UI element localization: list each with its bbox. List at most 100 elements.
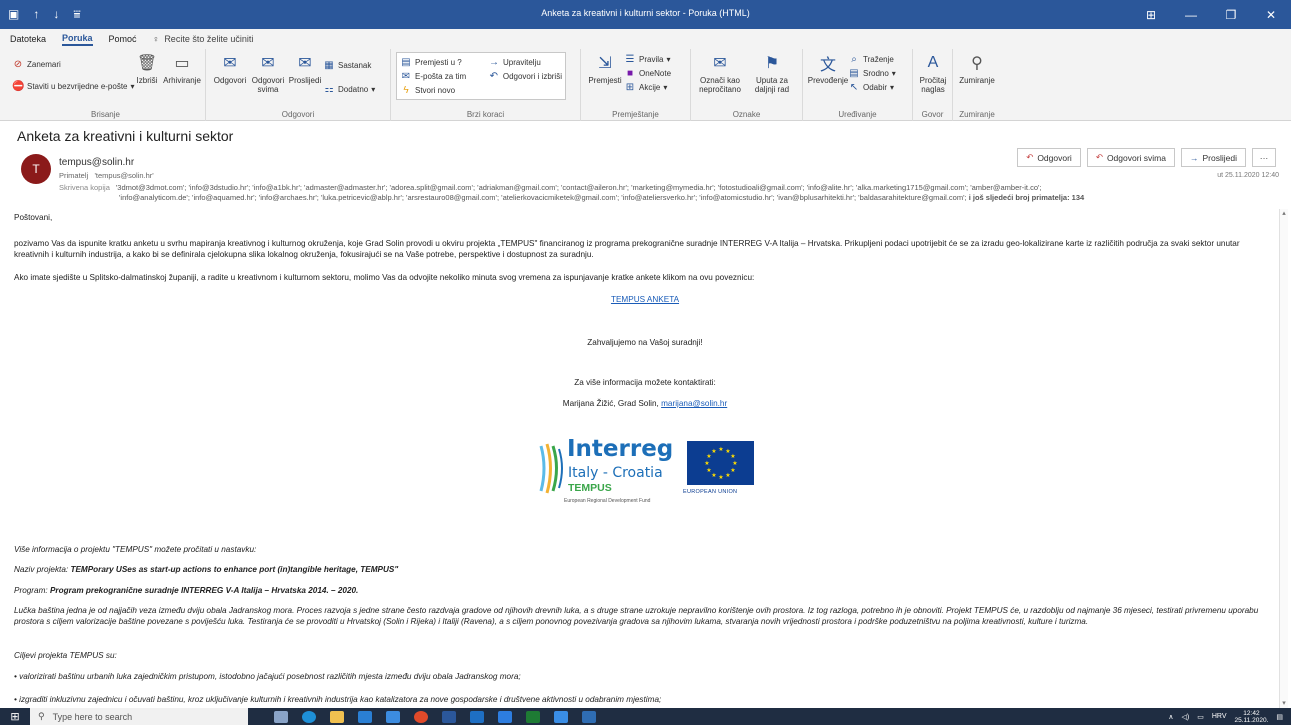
tab-poruka[interactable]: Poruka <box>62 33 93 46</box>
chevron-down-icon: ▾ <box>890 82 895 92</box>
survey-link[interactable]: TEMPUS ANKETA <box>611 295 679 304</box>
ribbon-display-icon[interactable]: ⊞ <box>1131 0 1171 29</box>
actions-icon: ⊞ <box>625 81 635 93</box>
select-button[interactable]: ↖ Odabir ▾ <box>848 80 896 94</box>
app-icon[interactable] <box>554 710 568 723</box>
reply-all-action-button[interactable]: ↶ Odgovori svima <box>1086 148 1175 167</box>
group-label: Brisanje <box>91 110 120 119</box>
mail-app-icon[interactable] <box>386 710 400 723</box>
body-scrollbar[interactable]: ▴ ▾ <box>1279 209 1288 708</box>
related-button[interactable]: ▤ Srodno ▾ <box>848 66 896 80</box>
tab-datoteka[interactable]: Datoteka <box>10 34 46 44</box>
message-actions: ↶ Odgovori ↶ Odgovori svima → Proslijedi ··… <box>1011 148 1276 167</box>
clock[interactable]: 12:42 25.11.2020. <box>1235 710 1269 724</box>
taskbar-search[interactable]: ⚲ Type here to search <box>30 708 248 725</box>
more-icon: ⚏ <box>324 83 334 95</box>
move-icon: ⇲ <box>598 55 612 72</box>
onenote-button[interactable]: ■ OneNote <box>624 66 671 80</box>
svg-text:★: ★ <box>711 448 716 455</box>
bcc-label: Skrivena kopija <box>59 183 110 192</box>
more-actions-button[interactable]: ··· <box>1252 148 1276 167</box>
logo-interreg-text: Interreg <box>567 436 674 462</box>
archive-button[interactable]: ▭ Arhiviranje <box>162 52 202 85</box>
find-button[interactable]: ⌕ Traženje <box>848 52 896 66</box>
sender-address[interactable]: tempus@solin.hr <box>59 157 134 168</box>
mark-unread-button[interactable]: ✉ Označi kao nepročitano <box>696 52 744 94</box>
bcc-line: Skrivena kopija '3dmot@3dmot.com'; 'info@… <box>59 183 1149 203</box>
ignore-button[interactable]: ⊘ Zanemari <box>12 57 135 71</box>
tell-me-box[interactable]: ♀ Recite što želite učiniti <box>153 34 254 44</box>
contact-email-link[interactable]: marijana@solin.hr <box>661 399 727 408</box>
cursor-icon: ↖ <box>849 81 859 93</box>
avatar[interactable]: T <box>21 154 51 184</box>
teams-icon[interactable] <box>498 710 512 723</box>
task-view-icon[interactable] <box>274 710 288 723</box>
move-button[interactable]: ⇲ Premjesti <box>586 52 624 94</box>
eu-flag-icon: ★ ★ ★ ★ ★ ★ ★ ★ ★ ★ ★ ★ <box>687 441 754 485</box>
onenote-icon: ■ <box>626 67 634 79</box>
scroll-down-icon[interactable]: ▾ <box>1280 699 1288 708</box>
system-tray: ∧ ◁) ▭ HRV 12:42 25.11.2020. ▤ <box>1168 708 1283 725</box>
meeting-button[interactable]: ▦ Sastanak <box>323 58 375 72</box>
minimize-button[interactable]: — <box>1171 0 1211 29</box>
network-icon[interactable]: ▭ <box>1197 713 1204 721</box>
notification-icon[interactable]: ▤ <box>1276 713 1283 721</box>
windows-start-button[interactable]: ⊞ <box>0 708 30 725</box>
search-icon: ⚲ <box>38 711 45 721</box>
tray-chevron-icon[interactable]: ∧ <box>1168 713 1173 721</box>
scroll-up-icon[interactable]: ▴ <box>1280 209 1288 218</box>
bcc-list-1[interactable]: '3dmot@3dmot.com'; 'info@3dstudio.hr'; '… <box>116 183 1042 192</box>
bcc-list-2[interactable]: 'info@analyticom.de'; 'info@aquamed.hr';… <box>119 193 967 202</box>
taskbar-search-placeholder: Type here to search <box>52 711 133 722</box>
bcc-more[interactable]: i još sljedeći broj primatelja: 134 <box>969 193 1084 202</box>
group-odgovori: ✉ Odgovori ✉ Odgovori svima ✉ Proslijedi ▦ S… <box>206 49 391 121</box>
quick-step-manager[interactable]: → Upravitelju <box>488 55 541 69</box>
chevron-down-icon: ▾ <box>663 82 668 92</box>
more-respond-button[interactable]: ⚏ Dodatno ▾ <box>323 82 376 96</box>
language-indicator[interactable]: HRV <box>1212 713 1227 720</box>
actions-button[interactable]: ⊞ Akcije ▾ <box>624 80 671 94</box>
forward-action-button[interactable]: → Proslijedi <box>1181 148 1246 167</box>
read-aloud-button[interactable]: A Pročitaj naglas <box>918 52 948 94</box>
excel-icon[interactable] <box>526 710 540 723</box>
reply-action-button[interactable]: ↶ Odgovori <box>1017 148 1081 167</box>
mail-icon: ✉ <box>401 70 411 82</box>
delete-button[interactable]: 🗑 Izbriši <box>132 52 162 85</box>
body-paragraph-3: Lučka baština jedna je od najjačih veza … <box>14 606 1259 626</box>
group-brzi-koraci: ▤ Premjesti u ? → Upravitelju ✉ E-pošta za … <box>391 49 581 121</box>
archive-icon: ▭ <box>174 55 190 72</box>
reply-button[interactable]: ✉ Odgovori <box>211 52 249 96</box>
quick-step-create[interactable]: ϟ Stvori novo <box>400 83 562 97</box>
quick-step-team[interactable]: ✉ E-pošta za tim <box>400 69 478 83</box>
svg-text:★: ★ <box>732 460 737 467</box>
rules-button[interactable]: ☰ Pravila ▾ <box>624 52 671 66</box>
outlook-icon[interactable] <box>470 710 484 723</box>
ribbon: ⊘ Zanemari ⛔ Staviti u bezvrijedne e-pošte… <box>0 49 1291 121</box>
read-aloud-icon: A <box>927 54 939 71</box>
logo-project-text: TEMPUS <box>568 482 612 494</box>
forward-button[interactable]: ✉ Proslijedi <box>287 52 323 96</box>
zoom-button[interactable]: ⚲ Zumiranje <box>958 52 996 85</box>
tab-pomoc[interactable]: Pomoć <box>109 34 137 44</box>
reply-all-button[interactable]: ✉ Odgovori svima <box>249 52 287 96</box>
quick-step-move[interactable]: ▤ Premjesti u ? <box>400 55 478 69</box>
translate-button[interactable]: 文 Prevođenje <box>808 52 848 94</box>
svg-text:★: ★ <box>730 453 735 460</box>
maximize-button[interactable]: ❐ <box>1211 0 1251 29</box>
title-bar: ▣ ↑ ↓ ⩸ Anketa za kreativni i kulturni s… <box>0 0 1291 29</box>
app-icon-2[interactable] <box>582 710 596 723</box>
quick-step-reply-delete[interactable]: ↶ Odgovori i izbriši <box>488 69 562 83</box>
store-icon[interactable] <box>358 710 372 723</box>
clock-date: 25.11.2020. <box>1234 716 1269 724</box>
survey-link-row: TEMPUS ANKETA <box>14 294 1276 305</box>
recipient-address[interactable]: tempus@solin.hr <box>96 171 152 180</box>
word-icon[interactable] <box>442 710 456 723</box>
chrome-icon[interactable] <box>414 710 428 723</box>
file-explorer-icon[interactable] <box>330 710 344 723</box>
flag-icon: ⚑ <box>764 55 780 72</box>
follow-up-button[interactable]: ⚑ Uputa za daljnji rad <box>748 52 796 94</box>
volume-icon[interactable]: ◁) <box>1182 713 1190 721</box>
close-button[interactable]: ✕ <box>1251 0 1291 29</box>
edge-icon[interactable] <box>302 710 316 723</box>
junk-button[interactable]: ⛔ Staviti u bezvrijedne e-pošte ▾ <box>12 79 135 93</box>
